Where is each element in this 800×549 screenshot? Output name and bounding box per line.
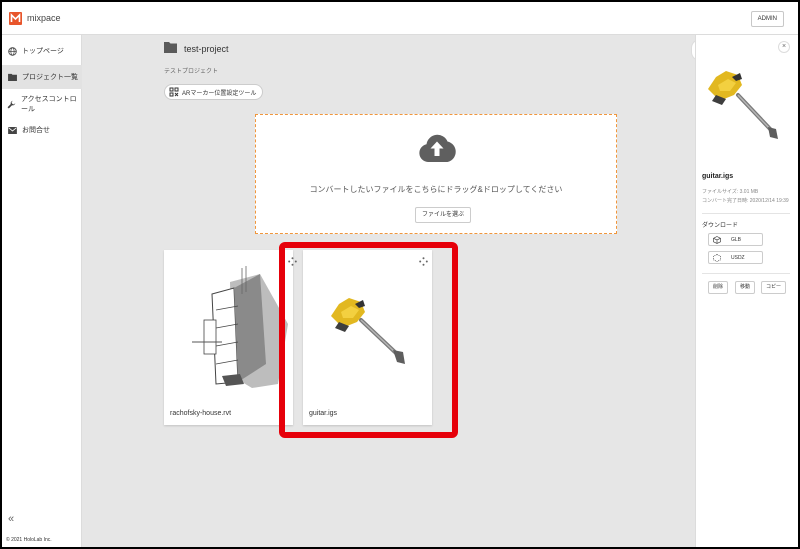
sidebar-item-projects[interactable]: プロジェクト一覧 (2, 65, 82, 89)
details-panel: × guitar.igs ファイルサイズ: 3.01 MB コンバート完了日時:… (695, 35, 798, 547)
download-label: ダウンロード (702, 223, 739, 229)
sidebar-item-contact[interactable]: お問合せ (2, 118, 82, 142)
sidebar: トップページ プロジェクト一覧 アクセスコントロール お問合せ « © 2021… (2, 35, 82, 547)
admin-button[interactable]: ADMIN (750, 11, 784, 27)
project-title: test-project (184, 44, 229, 54)
sidebar-item-label: お問合せ (22, 127, 50, 134)
close-button[interactable]: × (778, 41, 790, 53)
ar-icon (713, 253, 721, 262)
dropzone-text: コンバートしたいファイルをこちらにドラッグ&ドロップしてください (309, 185, 563, 194)
house-model-thumbnail (192, 266, 288, 388)
delete-button[interactable]: 削除 (708, 281, 729, 294)
sidebar-item-label: プロジェクト一覧 (22, 74, 78, 81)
ar-marker-tool-label: ARマーカー位置設定ツール (182, 90, 257, 97)
header: mixpace ADMIN (2, 2, 798, 35)
app-window: mixpace ADMIN トップページ プロジェクト一覧 アクセスコントロール (2, 2, 798, 547)
highlight-box (279, 242, 458, 438)
file-card[interactable]: rachofsky-house.rvt (164, 250, 297, 425)
collapse-sidebar-button[interactable]: « (8, 513, 14, 525)
download-glb-label: GLB (731, 236, 742, 243)
project-subtitle: テストプロジェクト (164, 69, 219, 75)
detail-file-size: ファイルサイズ: 3.01 MB (702, 189, 759, 195)
copy-button[interactable]: コピー (761, 281, 787, 294)
sidebar-item-label: トップページ (22, 48, 64, 55)
ar-marker-icon (169, 87, 179, 97)
app-title: mixpace (27, 13, 61, 23)
ar-marker-tool-button[interactable]: ARマーカー位置設定ツール (164, 84, 264, 100)
cloud-upload-icon (419, 134, 456, 162)
sidebar-item-access-control[interactable]: アクセスコントロール (2, 92, 82, 116)
divider (702, 273, 790, 274)
download-usdz-button[interactable]: USDZ (708, 251, 763, 264)
sidebar-item-label: アクセスコントロール (21, 96, 77, 113)
globe-icon (7, 46, 17, 56)
guitar-preview-image (708, 71, 778, 139)
cube-icon (713, 235, 721, 244)
wrench-icon (7, 99, 16, 109)
detail-converted-at: コンバート完了日時: 2020/12/14 19:39 (702, 198, 789, 204)
folder-icon (7, 72, 17, 82)
divider (702, 213, 790, 214)
copyright: © 2021 HoloLab Inc. (6, 537, 52, 543)
mixpace-logo-icon (9, 12, 22, 25)
file-card-name: rachofsky-house.rvt (170, 410, 232, 417)
sidebar-item-top-page[interactable]: トップページ (2, 39, 82, 63)
detail-file-name: guitar.igs (702, 173, 734, 180)
move-button[interactable]: 移動 (735, 281, 756, 294)
project-folder-icon (164, 42, 177, 53)
download-usdz-label: USDZ (731, 254, 745, 261)
download-glb-button[interactable]: GLB (708, 233, 763, 246)
file-dropzone[interactable]: コンバートしたいファイルをこちらにドラッグ&ドロップしてください ファイルを選ぶ (255, 114, 617, 234)
select-file-button[interactable]: ファイルを選ぶ (415, 207, 472, 223)
mail-icon (7, 125, 17, 135)
